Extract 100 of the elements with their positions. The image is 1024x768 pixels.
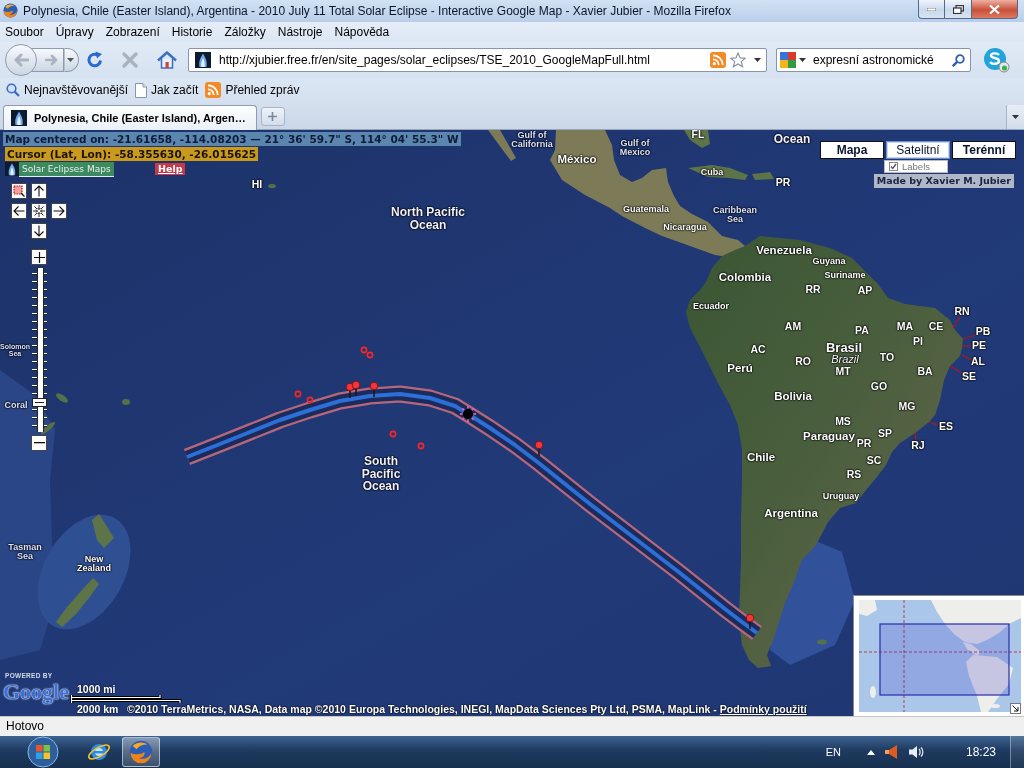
minimize-button[interactable]	[918, 0, 945, 19]
map-type-button[interactable]: Satelitní	[886, 141, 950, 159]
messenger-button[interactable]	[982, 47, 1010, 73]
volume-button[interactable]	[907, 744, 924, 760]
leader-line	[961, 354, 973, 361]
zoom-out-button[interactable]	[31, 435, 47, 451]
tray-alert-button[interactable]	[883, 744, 900, 760]
app-icon	[3, 3, 18, 18]
place-label: Guatemala	[623, 205, 669, 215]
menu-item[interactable]: Nástroje	[271, 22, 329, 42]
place-label: HI	[251, 179, 263, 191]
status-text: Hotovo	[0, 716, 1024, 736]
show-hidden-icons-button[interactable]	[866, 749, 875, 755]
ring-marker-icon[interactable]	[294, 390, 302, 398]
ring-marker-icon[interactable]	[306, 396, 314, 404]
browser-tab[interactable]: Polynesia, Chile (Easter Island), Argen…	[3, 105, 257, 130]
collapse-button[interactable]	[1010, 703, 1021, 714]
bookmark-item[interactable]: Jak začít	[133, 82, 201, 98]
ring-marker-icon[interactable]	[389, 430, 397, 438]
show-desktop-button[interactable]	[1010, 736, 1024, 768]
bookmark-item[interactable]: Nejnavštěvovanější	[4, 83, 131, 97]
arrow-down-icon	[33, 225, 45, 237]
caret-icon	[799, 58, 806, 62]
language-indicator[interactable]: EN	[825, 746, 841, 758]
bookmark-star-button[interactable]	[730, 52, 746, 68]
feed-button[interactable]	[710, 52, 726, 68]
map-pin-icon[interactable]	[351, 380, 361, 397]
rss-icon	[205, 82, 222, 98]
close-icon	[989, 4, 1000, 14]
menu-item[interactable]: Záložky	[218, 22, 272, 42]
map-type-button[interactable]: Mapa	[820, 141, 884, 159]
menu-item[interactable]: Soubor	[0, 22, 50, 42]
eclipse-marker-icon[interactable]	[459, 405, 477, 423]
scale-label: 1000 mi	[77, 683, 116, 695]
place-label: PR	[856, 438, 872, 450]
map-type-button[interactable]: Terénní	[952, 141, 1016, 159]
leader-line	[962, 334, 977, 340]
star-icon	[730, 52, 746, 68]
zoom-slider[interactable]	[31, 268, 47, 432]
place-label: CE	[928, 321, 944, 333]
place-label: Brasil	[825, 341, 863, 355]
zoom-in-button[interactable]	[31, 249, 47, 265]
map-pin-icon[interactable]	[369, 381, 379, 398]
ring-marker-icon[interactable]	[360, 346, 368, 354]
ring-marker-icon[interactable]	[417, 442, 425, 450]
address-field[interactable]: http://xjubier.free.fr/en/site_pages/solar_eclipses/TSE_2010_GoogleMapFull.html	[188, 48, 767, 72]
place-label: RJ	[911, 440, 925, 452]
menu-item[interactable]: Úpravy	[49, 22, 100, 42]
pan-down-button[interactable]	[31, 223, 47, 239]
place-label: Guyana	[812, 257, 846, 267]
zoom-box-button[interactable]	[11, 183, 27, 199]
place-label: Caribbean Sea	[712, 205, 758, 225]
search-button[interactable]	[952, 53, 965, 67]
search-text: expresní astronomické	[813, 53, 935, 67]
place-label: Argentina	[764, 506, 818, 520]
clock[interactable]: 18:23	[965, 745, 996, 759]
taskbar-button[interactable]	[122, 737, 160, 767]
pan-up-button[interactable]	[31, 183, 47, 199]
history-button[interactable]	[64, 48, 79, 72]
menu-item[interactable]: Historie	[165, 22, 219, 42]
tab-list-button[interactable]	[1006, 105, 1024, 129]
bookmark-item[interactable]: Přehled zpráv	[203, 82, 302, 98]
url-history-button[interactable]	[754, 58, 761, 62]
terms-link[interactable]: Podmínky použití	[719, 703, 807, 715]
minimize-icon	[927, 7, 936, 11]
home-button[interactable]	[155, 48, 179, 72]
place-label: FL	[691, 130, 705, 141]
viewport-rectangle[interactable]	[879, 623, 1010, 696]
new-tab-button[interactable]	[260, 107, 285, 126]
volume-icon	[907, 744, 924, 760]
map-pin-icon[interactable]	[745, 613, 755, 630]
close-button[interactable]	[971, 0, 1018, 19]
menu-item[interactable]: Zobrazení	[99, 22, 166, 42]
labels-toggle[interactable]: Labels	[884, 160, 948, 173]
map-pin-icon[interactable]	[345, 382, 355, 399]
help-button[interactable]: Help	[155, 163, 186, 175]
messenger-icon	[982, 47, 1010, 73]
center-icon	[33, 205, 45, 217]
pan-right-button[interactable]	[51, 203, 67, 219]
place-label: RO	[795, 356, 811, 368]
search-field[interactable]: expresní astronomické	[776, 48, 971, 72]
solar-eclipses-maps-link[interactable]: Solar Eclipses Maps	[19, 162, 114, 177]
place-label: SE	[962, 371, 976, 383]
menu-item[interactable]: Nápověda	[328, 22, 396, 42]
map-pin-icon[interactable]	[534, 440, 544, 457]
maximize-button[interactable]	[944, 0, 972, 19]
leader-line	[949, 365, 963, 374]
leader-line	[961, 345, 972, 347]
recenter-button[interactable]	[31, 203, 47, 219]
place-label: Brazil	[831, 354, 859, 366]
place-label: RN	[954, 306, 970, 318]
rss-icon	[710, 52, 726, 68]
place-label: Perú	[727, 361, 753, 375]
slider-thumb[interactable]	[31, 398, 47, 408]
magnifier-icon	[6, 83, 20, 97]
reload-icon	[86, 51, 104, 69]
ring-marker-icon[interactable]	[366, 351, 374, 359]
search-engine-button[interactable]	[777, 50, 806, 70]
island	[56, 393, 68, 403]
pan-left-button[interactable]	[11, 203, 27, 219]
